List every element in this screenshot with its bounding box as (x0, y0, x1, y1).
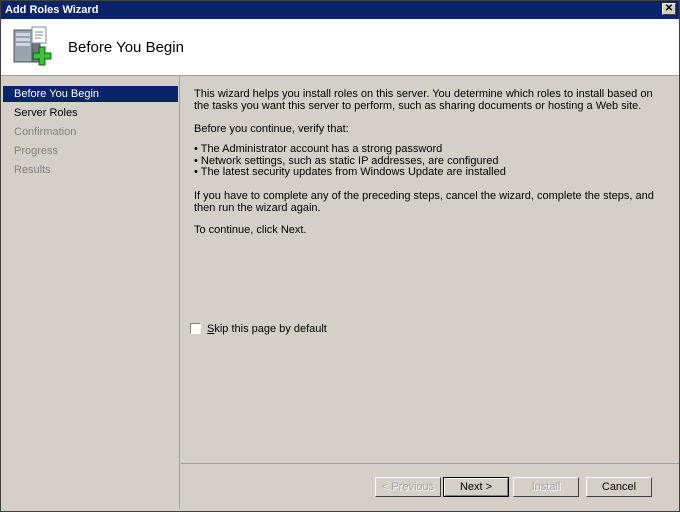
steps-text: If you have to complete any of the prece… (194, 190, 654, 214)
sidebar-item-results: Results (14, 164, 51, 176)
install-button: Install (513, 477, 579, 497)
cancel-button[interactable]: Cancel (586, 477, 652, 497)
sidebar-item-confirmation: Confirmation (14, 126, 77, 138)
wizard-window: Add Roles Wizard ✕ Before You Begin Befo… (0, 0, 680, 512)
wizard-steps-sidebar: Before You Begin Server Roles Confirmati… (3, 76, 180, 509)
wizard-footer: < Previous Next > Install Cancel (181, 463, 679, 512)
sidebar-item-before-you-begin[interactable]: Before You Begin (3, 86, 178, 102)
skip-page-label[interactable]: Skip this page by default (207, 323, 327, 335)
list-item: • The latest security updates from Windo… (194, 166, 506, 178)
skip-page-checkbox[interactable] (190, 323, 201, 334)
verify-intro-text: Before you continue, verify that: (194, 123, 349, 135)
server-add-icon (13, 26, 52, 66)
wizard-content: This wizard helps you install roles on t… (181, 76, 679, 464)
title-bar[interactable]: Add Roles Wizard ✕ (1, 1, 679, 19)
intro-text: This wizard helps you install roles on t… (194, 88, 653, 112)
previous-button: < Previous (375, 477, 441, 497)
window-title: Add Roles Wizard (5, 4, 99, 16)
wizard-header: Before You Begin (1, 19, 679, 76)
prerequisite-list: • The Administrator account has a strong… (194, 143, 506, 179)
continue-text: To continue, click Next. (194, 224, 307, 236)
close-button[interactable]: ✕ (662, 3, 676, 15)
next-button[interactable]: Next > (443, 477, 509, 497)
page-title: Before You Begin (68, 39, 184, 56)
close-icon: ✕ (664, 3, 674, 14)
sidebar-item-server-roles[interactable]: Server Roles (3, 105, 178, 121)
sidebar-item-progress: Progress (14, 145, 59, 157)
